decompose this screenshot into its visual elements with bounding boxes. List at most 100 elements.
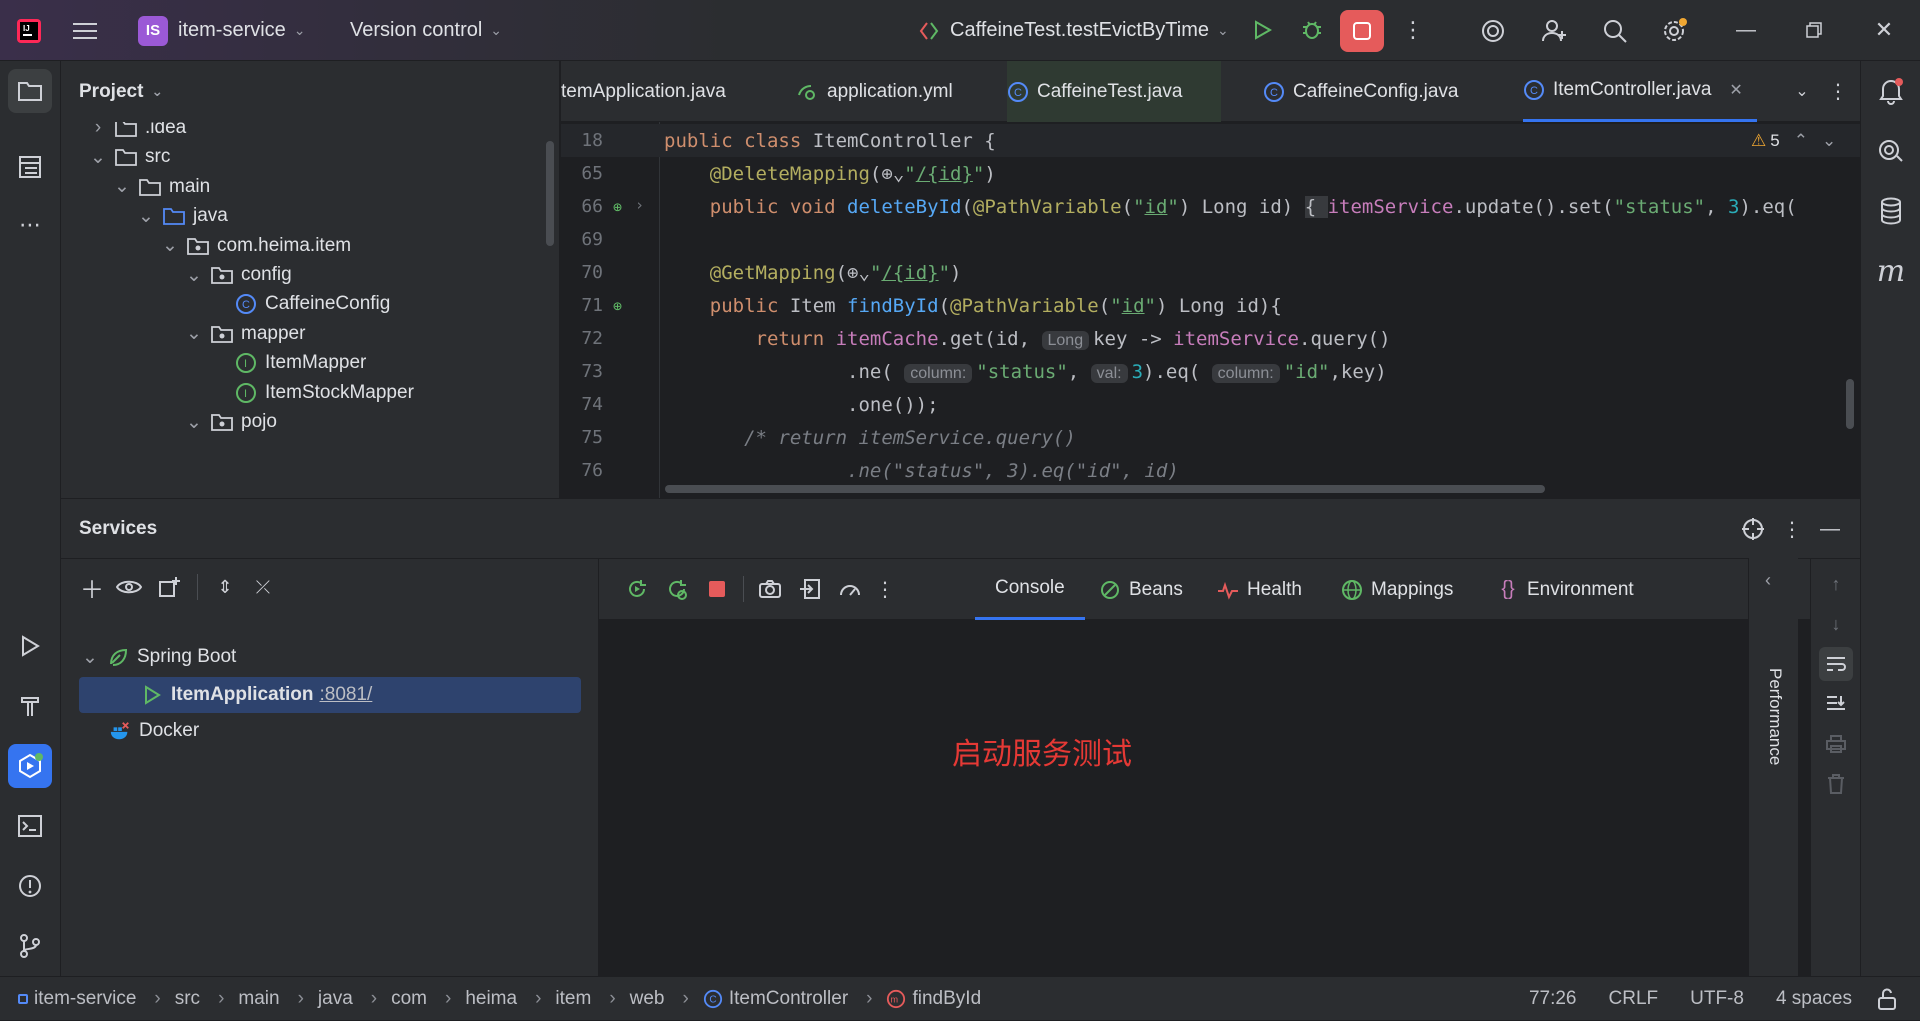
breadcrumb-item[interactable]: java (318, 988, 353, 1010)
caret-position[interactable]: 77:26 (1529, 988, 1577, 1010)
gauge-icon[interactable] (830, 572, 870, 606)
code-line[interactable]: 72 return itemCache.get(id, Long key -> i… (561, 322, 1860, 355)
arrow-up-icon[interactable]: ⌃ (1794, 131, 1808, 151)
close-icon[interactable]: ✕ (1866, 12, 1902, 48)
terminal-tool-icon[interactable] (8, 804, 52, 848)
tab-list-chevron-icon[interactable]: ⌄ (1785, 73, 1819, 109)
tab-item-application[interactable]: temApplication.java (561, 61, 726, 122)
build-tool-icon[interactable] (8, 684, 52, 728)
tab-item-controller[interactable]: C ItemController.java ✕ (1523, 61, 1757, 122)
service-node-spring-boot[interactable]: ⌄ Spring Boot (81, 639, 236, 675)
tab-beans[interactable]: Beans (1099, 559, 1183, 620)
code-line[interactable]: 70 @GetMapping(⊕⌄"/{id}") (561, 256, 1860, 289)
search-icon[interactable] (1596, 12, 1634, 50)
camera-icon[interactable] (750, 572, 790, 606)
close-tab-icon[interactable]: ✕ (1729, 80, 1742, 100)
breadcrumb-item[interactable]: src (175, 988, 200, 1010)
add-service-icon[interactable]: ＋ (75, 570, 109, 604)
hide-panel-icon[interactable]: — (1813, 513, 1847, 545)
vcs-menu[interactable]: Version control ⌄ (350, 0, 502, 61)
ai-assistant-icon[interactable] (1474, 12, 1512, 50)
services-more-icon[interactable]: ⋮ (1777, 513, 1807, 545)
project-switcher[interactable]: IS item-service ⌄ (138, 0, 306, 61)
breadcrumb-item[interactable]: m findById (886, 988, 981, 1010)
database-icon[interactable] (1869, 189, 1913, 233)
debug-icon[interactable] (1294, 12, 1330, 48)
console-more-icon[interactable]: ⋮ (870, 572, 900, 606)
minimize-icon[interactable]: — (1728, 12, 1764, 48)
notifications-icon[interactable] (1869, 69, 1913, 113)
tab-caffeine-test[interactable]: C CaffeineTest.java (1007, 61, 1221, 122)
breadcrumb-item[interactable]: heima (465, 988, 517, 1010)
rerun-debug-icon[interactable] (657, 572, 697, 606)
code-line[interactable]: 66 ⊕ › public void deleteById(@PathVaria… (561, 190, 1860, 223)
restore-icon[interactable] (1796, 12, 1832, 48)
chevron-left-icon[interactable]: ‹ (1765, 570, 1771, 591)
code-line[interactable]: 76 .ne("status", 3).eq("id", id) (561, 454, 1860, 487)
more-actions-icon[interactable]: ⋮ (1398, 12, 1428, 48)
expand-all-icon[interactable]: ⇕ (206, 570, 244, 604)
editor-h-scrollbar[interactable] (665, 485, 1545, 493)
exit-icon[interactable] (790, 572, 830, 606)
project-tree-scrollbar[interactable] (546, 141, 554, 246)
stop-service-icon[interactable] (697, 572, 737, 606)
settings-gear-icon[interactable] (1655, 12, 1693, 50)
print-icon[interactable] (1819, 727, 1853, 761)
endpoint-gutter-icon[interactable]: ⊕ (613, 198, 622, 216)
tab-mappings[interactable]: Mappings (1341, 559, 1453, 620)
eye-icon[interactable] (109, 570, 149, 604)
code-line[interactable]: 69 (561, 223, 1860, 256)
file-encoding[interactable]: UTF-8 (1690, 988, 1744, 1010)
services-tool-icon[interactable] (8, 744, 52, 788)
project-tree-item[interactable]: ⌄ pojo (185, 404, 277, 440)
line-separator[interactable]: CRLF (1609, 988, 1659, 1010)
project-panel-header[interactable]: Project ⌄ (79, 61, 163, 122)
inspection-widget[interactable]: ⚠ 5 ⌃ ⌄ (1751, 127, 1836, 155)
performance-side-tab[interactable]: ‹ Performance (1748, 558, 1798, 976)
endpoint-gutter-icon[interactable]: ⊕ (613, 297, 622, 315)
breadcrumb-item[interactable]: item (555, 988, 591, 1010)
rerun-icon[interactable] (617, 572, 657, 606)
breadcrumb-item[interactable]: C ItemController (703, 988, 848, 1010)
ai-chat-icon[interactable] (1869, 129, 1913, 173)
run-icon[interactable] (1244, 12, 1280, 48)
breadcrumb-item[interactable]: com (391, 988, 427, 1010)
tab-console[interactable]: Console (975, 559, 1085, 620)
maven-icon[interactable]: m (1869, 249, 1913, 293)
service-node-docker[interactable]: Docker (109, 713, 199, 749)
tab-more-icon[interactable]: ⋮ (1823, 73, 1853, 109)
code-line[interactable]: 74 .one()); (561, 388, 1860, 421)
tab-application-yml[interactable]: application.yml (797, 61, 953, 122)
run-tool-icon[interactable] (8, 624, 52, 668)
code-line[interactable]: 71 ⊕ public Item findById(@PathVariable(… (561, 289, 1860, 322)
service-node-item-application[interactable]: ItemApplication :8081/ (141, 677, 372, 713)
main-menu-icon[interactable] (68, 14, 102, 48)
project-tool-icon[interactable] (8, 69, 52, 113)
code-line[interactable]: 75 /* return itemService.query() (561, 421, 1860, 454)
breadcrumb-item[interactable]: web (630, 988, 665, 1010)
git-tool-icon[interactable] (8, 924, 52, 968)
stop-icon[interactable] (1340, 10, 1384, 52)
code-line[interactable]: 65 @DeleteMapping(⊕⌄"/{id}") (561, 157, 1860, 190)
problems-tool-icon[interactable] (8, 864, 52, 908)
crosshair-icon[interactable] (1737, 513, 1769, 545)
soft-wrap-icon[interactable] (1819, 647, 1853, 681)
more-tools-icon[interactable]: ⋯ (8, 203, 52, 247)
lock-icon[interactable] (1872, 985, 1902, 1013)
fold-chevron-icon[interactable]: › (635, 196, 644, 214)
tab-health[interactable]: Health (1217, 559, 1302, 620)
breadcrumb-item[interactable]: item-service (18, 988, 136, 1010)
new-group-icon[interactable] (149, 570, 189, 604)
code-line[interactable]: 73 .ne( column: "status", val: 3).eq( colu… (561, 355, 1860, 388)
indent-setting[interactable]: 4 spaces (1776, 988, 1852, 1010)
structure-tool-icon[interactable] (8, 145, 52, 189)
tab-environment[interactable]: {} Environment (1497, 559, 1633, 620)
trash-icon[interactable] (1819, 767, 1853, 801)
run-config-selector[interactable]: CaffeineTest.testEvictByTime ⌄ (918, 0, 1229, 61)
scroll-to-end-icon[interactable] (1819, 687, 1853, 721)
arrow-down-icon[interactable]: ⌄ (1822, 131, 1836, 151)
tab-caffeine-config[interactable]: C CaffeineConfig.java (1263, 61, 1458, 122)
breadcrumb-item[interactable]: main (238, 988, 279, 1010)
collapse-all-icon[interactable]: ⤫ (244, 570, 282, 604)
scroll-up-icon[interactable]: ↑ (1819, 567, 1853, 601)
